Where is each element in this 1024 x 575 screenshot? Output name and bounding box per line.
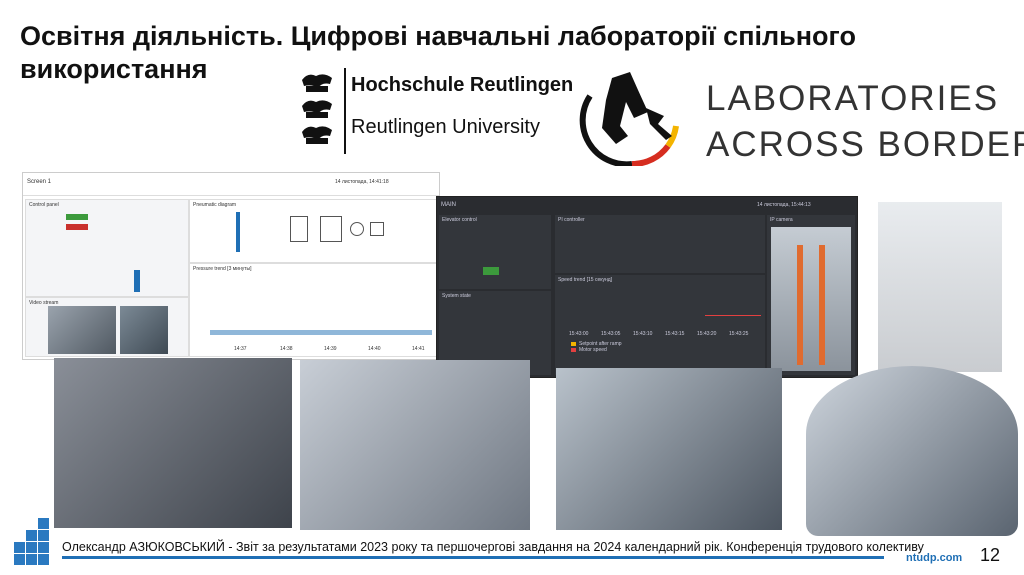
tick-label: 14:41 <box>412 346 425 352</box>
video-stream-panel: Video stream <box>25 297 189 357</box>
lions-crest-icon <box>302 74 332 144</box>
tick-label: 14:39 <box>324 346 337 352</box>
university-cubes-logo-icon <box>14 518 49 565</box>
lab-equipment-photo <box>878 202 1002 372</box>
robot-arm-emblem-icon <box>579 72 679 166</box>
scada-screen-dark: MAIN 14 листопада, 15:44:13 Elevator con… <box>436 196 858 378</box>
tick-label: 15:43:15 <box>665 331 685 337</box>
reutlingen-logo: Hochschule Reutlingen Reutlingen Univers… <box>295 68 573 154</box>
reutlingen-name-en: Reutlingen University <box>351 116 540 138</box>
footer-divider <box>62 556 884 559</box>
panel-title: Elevator control <box>442 217 477 223</box>
reutlingen-name-de: Hochschule Reutlingen <box>351 74 574 96</box>
logo-divider <box>344 68 346 154</box>
robot-arm-lab-photo <box>300 360 530 530</box>
ip-camera-panel: IP camera <box>767 215 855 375</box>
tick-label: 15:43:05 <box>601 331 621 337</box>
tick-label: 15:43:00 <box>569 331 589 337</box>
screen2-title: MAIN <box>441 202 456 208</box>
pi-controller-panel: PI controller <box>555 215 765 273</box>
lab-wordmark: LABORATORIES ACROSS BORDERS <box>706 76 1024 168</box>
pressure-trend-chart: Pressure trend [3 минуты] 14:37 14:38 14… <box>189 263 437 357</box>
tick-label: 15:43:25 <box>729 331 749 337</box>
tick-label: 15:43:10 <box>633 331 653 337</box>
panel-title: IP camera <box>770 217 793 223</box>
scada-screen-light: Screen 1 14 листопада, 14:41:18 Control … <box>22 172 440 360</box>
tick-label: 15:43:20 <box>697 331 717 337</box>
lab-wordmark-line2: ACROSS BORDERS <box>706 125 1024 164</box>
speed-trend-chart: Speed trend [15 секунд] 15:43:00 15:43:0… <box>555 275 765 375</box>
page-number: 12 <box>980 545 1001 565</box>
pressure-trend-title: Pressure trend [3 минуты] <box>193 266 252 272</box>
panel-title: System state <box>442 293 471 299</box>
lab-wordmark-line1: LABORATORIES <box>706 79 1000 118</box>
screen2-datetime: 14 листопада, 15:44:13 <box>757 202 811 208</box>
panel-title: Speed trend [15 секунд] <box>558 277 613 283</box>
videoconference-photo <box>54 358 292 528</box>
elevator-control-panel: Elevator control <box>439 215 551 289</box>
tick-label: 14:38 <box>280 346 293 352</box>
panel-title: PI controller <box>558 217 585 223</box>
footer-caption: Олександр АЗЮКОВСЬКИЙ - Звіт за результа… <box>62 540 924 554</box>
control-panel-title: Control panel <box>29 202 59 208</box>
legend-motor-speed: Motor speed <box>579 347 607 353</box>
screen1-datetime: 14 листопада, 14:41:18 <box>335 179 389 185</box>
tick-label: 14:37 <box>234 346 247 352</box>
footer-site-link[interactable]: ntudp.com <box>906 552 962 564</box>
screen1-title: Screen 1 <box>27 179 52 185</box>
tick-label: 14:40 <box>368 346 381 352</box>
pneumatic-diagram-title: Pneumatic diagram <box>193 202 237 208</box>
pneumatic-diagram: Pneumatic diagram <box>189 199 437 263</box>
students-at-stations-photo <box>806 366 1018 536</box>
workshop-laptops-photo <box>556 368 782 530</box>
control-panel: Control panel <box>25 199 189 297</box>
